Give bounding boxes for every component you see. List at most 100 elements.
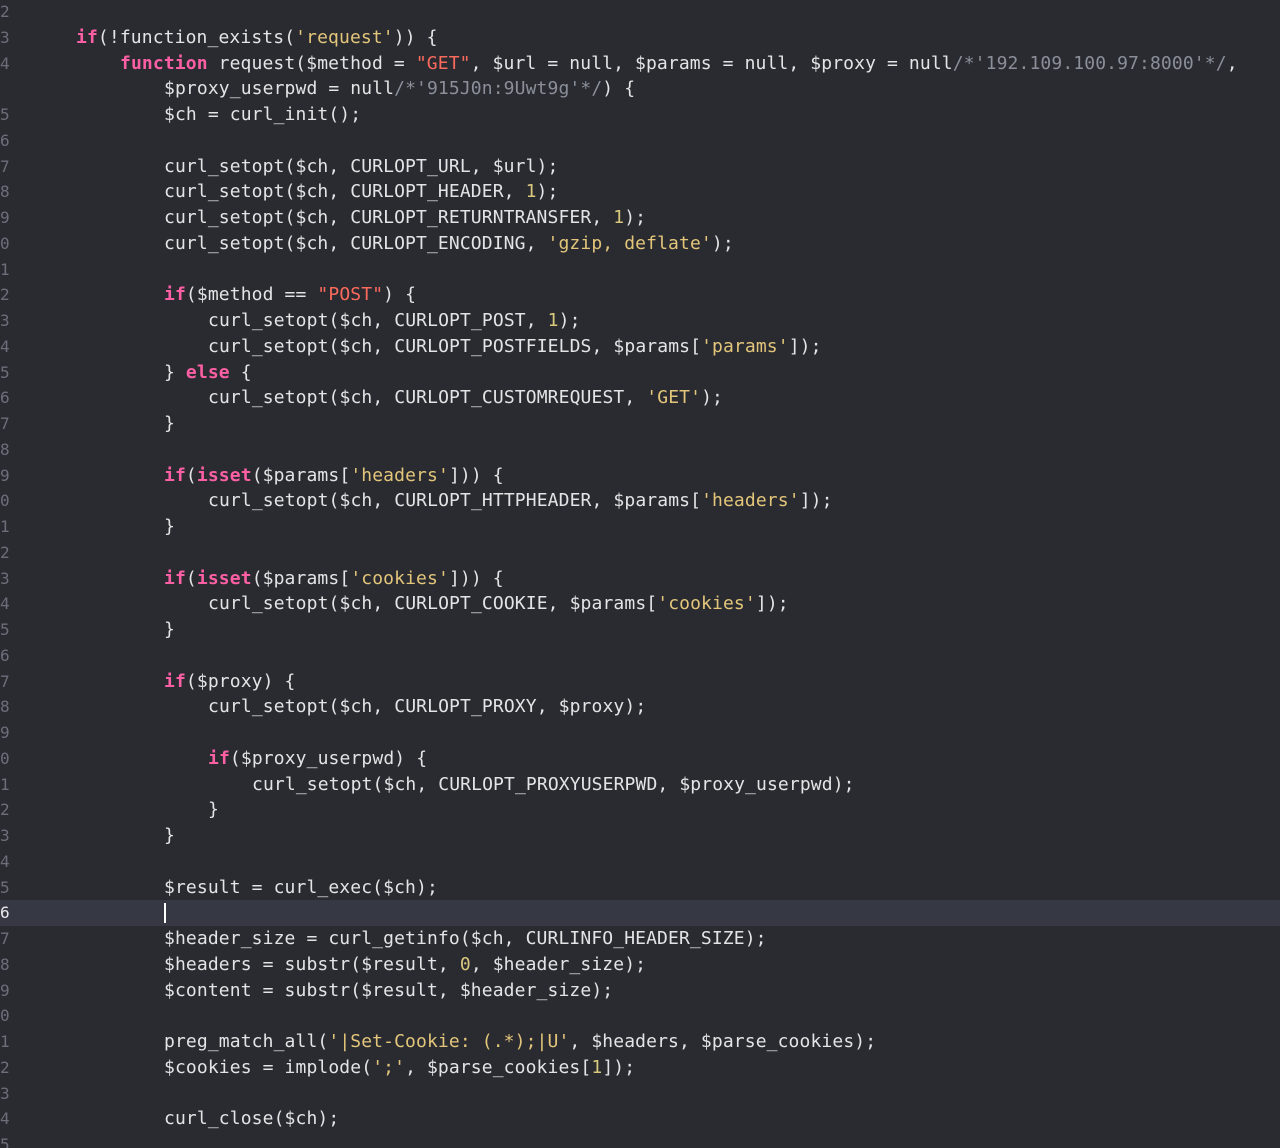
line-number: 1 xyxy=(0,774,10,794)
code-token: ($params[ xyxy=(251,464,351,486)
code-line[interactable]: 7 $header_size = curl_getinfo($ch, CURLIN… xyxy=(0,926,1280,952)
line-number: 0 xyxy=(0,1006,10,1026)
line-number: 3 xyxy=(0,826,10,845)
line-number: 7 xyxy=(0,414,10,433)
code-line[interactable]: 1 curl_setopt($ch, CURLOPT_PROXYUSERPWD, … xyxy=(0,772,1280,798)
code-line[interactable]: 9 $content = substr($result, $header_size… xyxy=(0,978,1280,1004)
code-token: 1 xyxy=(525,181,537,203)
code-line[interactable]: 6 xyxy=(0,128,1280,154)
code-token: , $parse_cookies[ xyxy=(405,1056,592,1078)
code-token: , $url = null, $params = null, $proxy = … xyxy=(470,52,953,74)
line-number: 5 xyxy=(0,105,10,124)
line-number: 0 xyxy=(0,233,10,253)
code-editor[interactable]: 2 3 if(!function_exists('request')) {4 func… xyxy=(0,0,1280,1148)
code-token: ); xyxy=(536,181,559,203)
code-line[interactable]: 3 curl_setopt($ch, CURLOPT_POST, 1); xyxy=(0,308,1280,334)
code-line[interactable]: 1 preg_match_all('|Set-Cookie: (.*);|U', … xyxy=(0,1029,1280,1055)
current-code-line[interactable]: 6 xyxy=(0,900,1280,926)
code-token: curl_close($ch); xyxy=(164,1108,340,1130)
code-line[interactable]: 0 if($proxy_userpwd) { xyxy=(0,746,1280,772)
code-token: ( xyxy=(185,567,197,589)
code-line[interactable]: 6 xyxy=(0,643,1280,669)
code-line[interactable]: 5 $ch = curl_init(); xyxy=(0,102,1280,128)
code-line[interactable]: 1 xyxy=(0,257,1280,283)
line-number: 5 xyxy=(0,362,10,382)
code-line[interactable]: 8 curl_setopt($ch, CURLOPT_HEADER, 1); xyxy=(0,179,1280,205)
line-number: 9 xyxy=(0,723,10,742)
code-token: '|Set-Cookie: (.*);|U' xyxy=(328,1031,570,1052)
code-token: , $headers, $parse_cookies); xyxy=(569,1031,877,1052)
code-token: isset xyxy=(196,567,252,589)
line-number: 1 xyxy=(0,259,10,279)
code-line[interactable]: 5} xyxy=(0,617,1280,643)
code-line[interactable]: 5 } else { xyxy=(0,360,1280,386)
code-line[interactable]: 0 curl_setopt($ch, CURLOPT_HTTPHEADER, $p… xyxy=(0,488,1280,514)
line-number: 9 xyxy=(0,208,10,227)
code-line[interactable]: 3 if(!function_exists('request')) { xyxy=(0,25,1280,51)
code-token: curl_setopt($ch, CURLOPT_ENCODING, xyxy=(164,232,548,254)
code-token: ( xyxy=(185,464,197,486)
line-number: 6 xyxy=(0,903,10,923)
line-number: 1 xyxy=(0,1032,10,1051)
code-token: curl_setopt($ch, CURLOPT_POST, xyxy=(208,310,548,331)
code-line[interactable]: 4 curl_setopt($ch, CURLOPT_COOKIE, $param… xyxy=(0,591,1280,617)
code-line[interactable]: 4 curl_close($ch); xyxy=(0,1106,1280,1132)
code-token: if xyxy=(164,670,186,692)
code-token: $proxy_userpwd = null xyxy=(164,78,395,100)
code-line[interactable]: 1} xyxy=(0,514,1280,540)
code-token: curl_setopt($ch, CURLOPT_HTTPHEADER, $pa… xyxy=(208,490,702,512)
code-text: curl_close($ch); xyxy=(164,1106,339,1132)
code-token: 'headers' xyxy=(350,464,449,486)
code-line[interactable]: 5 $result = curl_exec($ch); xyxy=(0,875,1280,901)
code-line[interactable]: 2 $cookies = implode(';', $parse_cookies[… xyxy=(0,1055,1280,1081)
code-line[interactable]: 9 if(isset($params['headers'])) { xyxy=(0,463,1280,489)
code-line[interactable]: 4 xyxy=(0,849,1280,875)
code-line[interactable]: 2} xyxy=(0,797,1280,823)
line-number: 8 xyxy=(0,439,10,459)
code-line[interactable]: 0 xyxy=(0,1003,1280,1029)
code-token: } xyxy=(164,825,175,846)
code-line[interactable]: 9 curl_setopt($ch, CURLOPT_RETURNTRANSFER… xyxy=(0,205,1280,231)
line-number: 9 xyxy=(0,465,10,485)
code-token: ]); xyxy=(602,1056,636,1078)
code-text: curl_setopt($ch, CURLOPT_POST, 1); xyxy=(208,308,581,334)
code-line[interactable]: 9 xyxy=(0,720,1280,746)
code-line[interactable]: 7 curl_setopt($ch, CURLOPT_URL, $url); xyxy=(0,154,1280,180)
code-text xyxy=(164,900,166,926)
code-text: } else { xyxy=(164,360,252,386)
code-text: if($proxy) { xyxy=(164,669,296,695)
code-line[interactable]: 4 curl_setopt($ch, CURLOPT_POSTFIELDS, $p… xyxy=(0,334,1280,360)
code-text: curl_setopt($ch, CURLOPT_PROXY, $proxy); xyxy=(208,694,646,720)
code-token: ])) { xyxy=(448,567,504,589)
code-token: isset xyxy=(196,464,252,486)
code-line[interactable]: 4 function request($method = "GET", $url … xyxy=(0,51,1280,77)
code-line[interactable]: 8 curl_setopt($ch, CURLOPT_PROXY, $proxy)… xyxy=(0,694,1280,720)
code-token: (!function_exists( xyxy=(97,26,296,48)
code-token: ($method == xyxy=(185,284,318,306)
code-text: } xyxy=(164,411,175,437)
code-text: curl_setopt($ch, CURLOPT_ENCODING, 'gzip… xyxy=(164,231,734,257)
line-number: 4 xyxy=(0,336,10,356)
code-line[interactable]: 3 if(isset($params['cookies'])) { xyxy=(0,566,1280,592)
code-token: curl_setopt($ch, CURLOPT_COOKIE, $params… xyxy=(208,593,658,615)
code-token: ); xyxy=(711,232,734,254)
code-token: ]); xyxy=(755,593,789,615)
code-line[interactable]: 7 if($proxy) { xyxy=(0,669,1280,695)
code-line[interactable]: 3 xyxy=(0,1081,1280,1107)
code-token: "GET" xyxy=(415,52,471,74)
code-line[interactable]: 3} xyxy=(0,823,1280,849)
code-token: if xyxy=(76,26,98,48)
code-line[interactable]: $proxy_userpwd = null/*'915J0n:9Uwt9g'*/… xyxy=(0,76,1280,102)
code-line[interactable]: 6 curl_setopt($ch, CURLOPT_CUSTOMREQUEST,… xyxy=(0,385,1280,411)
code-text: } xyxy=(164,514,175,540)
code-line[interactable]: 2 xyxy=(0,0,1280,25)
code-line[interactable]: 0 curl_setopt($ch, CURLOPT_ENCODING, 'gzi… xyxy=(0,231,1280,257)
line-number: 3 xyxy=(0,311,10,330)
code-line[interactable]: 2 xyxy=(0,540,1280,566)
code-line[interactable]: 8 xyxy=(0,437,1280,463)
code-line[interactable]: 2 if($method == "POST") { xyxy=(0,282,1280,308)
code-line[interactable]: 8 $headers = substr($result, 0, $header_s… xyxy=(0,952,1280,978)
code-text: curl_setopt($ch, CURLOPT_HTTPHEADER, $pa… xyxy=(208,488,833,514)
code-line[interactable]: 7} xyxy=(0,411,1280,437)
code-line[interactable]: 5 xyxy=(0,1132,1280,1148)
